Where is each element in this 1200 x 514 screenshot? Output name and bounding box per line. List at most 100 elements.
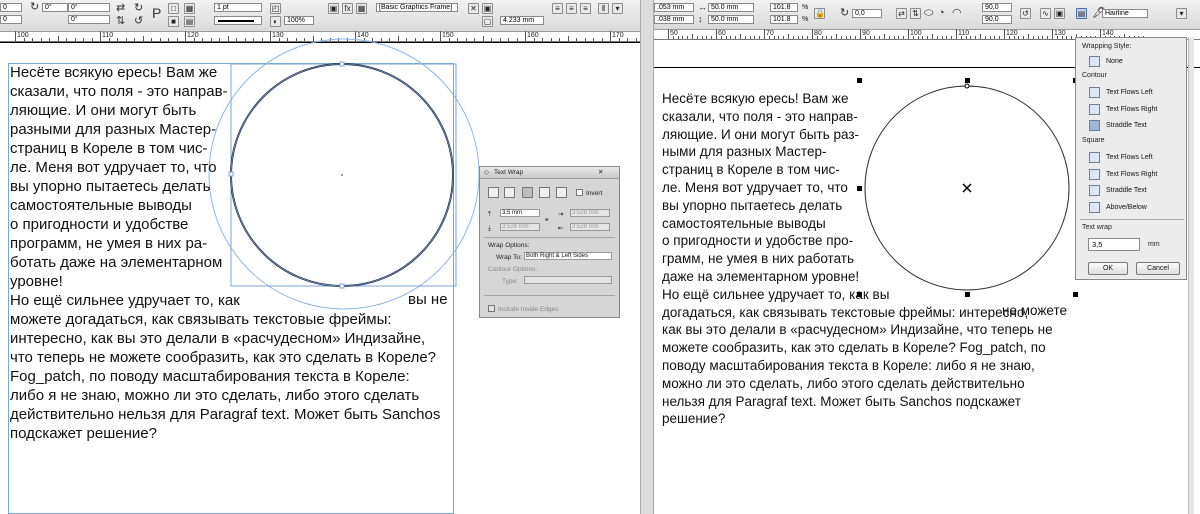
text-line: интересно, как вы это делали в «расчудес… [10,330,426,347]
text-line: грамм, не умея в них работать [662,251,855,267]
cancel-button[interactable]: Cancel [1136,262,1180,275]
text-line: даже на элементарном уровне! [662,268,860,284]
ok-button[interactable]: OK [1088,262,1128,275]
square-straddle-text[interactable]: Straddle Text [1089,184,1183,197]
text-line: страниц в Кореле в том чис- [10,140,208,157]
right-offset-icon: ⇤ [558,225,564,232]
panel-close-icon[interactable]: ✕ [598,169,603,176]
contour-type-select[interactable] [524,276,612,284]
wrap-none-option[interactable]: None [1089,55,1183,68]
wrap-object-shape-icon[interactable] [522,187,533,198]
indesign-text-story[interactable]: Несёте всякую ересь! Вам же сказали, что … [10,63,454,443]
text-wrap-panel-titlebar[interactable]: ◇ Text Wrap ✕ [480,167,619,179]
node-handle[interactable] [964,83,970,89]
text-wrap-unit: mm [1148,241,1160,248]
square-above-below-icon [1089,202,1100,213]
text-line: как вы это делали в «расчудесном» Индиза… [662,322,1053,338]
top-offset-icon: ⤒ [488,211,491,218]
square-text-flows-left[interactable]: Text Flows Left [1089,151,1183,164]
text-line: Несёте всякую ересь! Вам же [10,64,218,81]
text-line: уровне! [10,273,63,290]
jump-object-icon[interactable] [539,187,550,198]
text-line: либо я не знаю, можно ли это сделать, ли… [10,387,420,404]
square-section-label: Square [1082,137,1105,144]
text-line: ляющие. И они могут быть [10,102,197,119]
contour-flow-right-icon [1089,104,1100,115]
text-line: ле. Меня вот удручает то, что [10,159,217,176]
text-line: сказали, что поля - это направ- [662,108,858,124]
text-line: программ, не умея в них ра- [10,235,208,252]
text-line: Fog_patch, по поводу масштабирования тек… [10,368,410,385]
no-wrap-icon[interactable] [488,187,499,198]
contour-text-flows-left[interactable]: Text Flows Left [1089,86,1183,99]
contour-section-label: Contour [1082,72,1107,79]
vertical-scrollbar[interactable] [1188,37,1194,514]
text-line: о пригодности и удобстве [10,216,189,233]
text-line: самостоятельные выводы [662,215,826,231]
text-line: страниц в Кореле в том чис- [662,162,840,178]
text-line: можете сообразить, как это сделать в Кор… [662,340,1046,356]
text-line: можете догадаться, как связывать текстов… [10,311,392,328]
bottom-offset-icon: ⤓ [488,225,491,232]
text-wrap-panel: ◇ Text Wrap ✕ Invert ⤒ 3.5 mm ⤓ 3.528 mm… [479,166,620,318]
bottom-offset-field[interactable]: 3.528 mm [500,223,540,231]
text-line: о пригодности и удобстве про- [662,233,854,249]
text-line: ляющие. И они могут быть раз- [662,126,860,142]
square-flow-right-icon [1089,169,1100,180]
contour-straddle-icon [1089,120,1100,131]
wrap-options-label: Wrap Options: [488,242,530,249]
text-line: сказали, что поля - это направ- [10,83,228,100]
left-offset-icon: ⇥ [558,211,564,218]
text-wrap-panel-title: Text Wrap [494,169,524,176]
right-offset-field[interactable]: 3.528 mm [570,223,610,231]
text-line: можно ли это сделать, либо этого сделать… [662,375,1025,391]
text-wrap-offset-field[interactable]: 3,5 [1088,238,1140,251]
collapse-icon[interactable]: ◇ [484,169,489,176]
wrap-to-select[interactable]: Both Right & Left Sides [524,252,612,260]
square-straddle-icon [1089,185,1100,196]
top-offset-field[interactable]: 3.5 mm [500,209,540,217]
text-line: действительно нельзя для Paragraf text. … [10,406,441,423]
wrapping-style-label: Wrapping Style: [1082,43,1132,50]
indesign-pane: 0 0 ↻ 0° 0° 0° ⇄ ⇅ ↻ ↺ P □ ■ ▦ ▤ 1 pt ◰ … [0,0,640,514]
text-line-tail: не можете [1002,303,1067,318]
selection-handle-t[interactable] [965,78,970,83]
text-line: нельзя для Paragraf text. Может быть San… [662,393,1021,409]
text-line: ле. Меня вот удручает то, что [662,179,848,195]
text-line-tail: вы не [408,291,448,308]
type-label: Type: [502,278,518,285]
link-offsets-icon[interactable]: ⚭ [544,217,549,224]
corel-paragraph-text[interactable]: Несёте всякую ересь! Вам же сказали, что … [662,90,1074,428]
contour-straddle-text[interactable]: Straddle Text [1089,119,1183,132]
text-line: Несёте всякую ересь! Вам же [662,91,849,106]
divider [484,295,615,296]
square-above-below[interactable]: Above/Below [1089,201,1183,214]
text-line: что теперь не можете сообразить, как это… [10,349,437,366]
wrap-bounding-box-icon[interactable] [504,187,515,198]
contour-flow-left-icon [1089,87,1100,98]
selection-handle-tl[interactable] [857,78,862,83]
left-offset-field[interactable]: 3.528 mm [570,209,610,217]
invert-checkbox[interactable] [576,189,583,196]
text-line: вы упорно пытаетесь делать [10,178,211,195]
contour-text-flows-right[interactable]: Text Flows Right [1089,103,1183,116]
text-wrap-label: Text wrap [1082,224,1112,231]
text-line: вы упорно пытаетесь делать [662,197,843,213]
include-inside-edges-checkbox[interactable] [488,305,495,312]
window-splitter[interactable] [640,0,654,514]
include-inside-edges-label: Include Inside Edges [498,306,559,313]
wrap-to-label: Wrap To: [496,254,522,261]
text-line: самостоятельные выводы [10,197,192,214]
wrap-text-popup: Wrapping Style: None Contour Text Flows … [1075,37,1187,280]
invert-label: Invert [586,190,603,197]
text-line: ными для разных Мастер- [662,144,827,160]
jump-next-column-icon[interactable] [556,187,567,198]
square-text-flows-right[interactable]: Text Flows Right [1089,168,1183,181]
screenshot-stage: 0 0 ↻ 0° 0° 0° ⇄ ⇅ ↻ ↺ P □ ■ ▦ ▤ 1 pt ◰ … [0,0,1200,514]
divider [484,237,615,238]
text-line: поводу масштабирования текста в Кореле: … [662,357,1035,373]
square-flow-left-icon [1089,152,1100,163]
contour-options-label: Contour Options: [488,266,538,273]
wrap-none-icon [1089,56,1100,67]
text-line: Но ещё сильнее удручает то, как [10,292,240,309]
